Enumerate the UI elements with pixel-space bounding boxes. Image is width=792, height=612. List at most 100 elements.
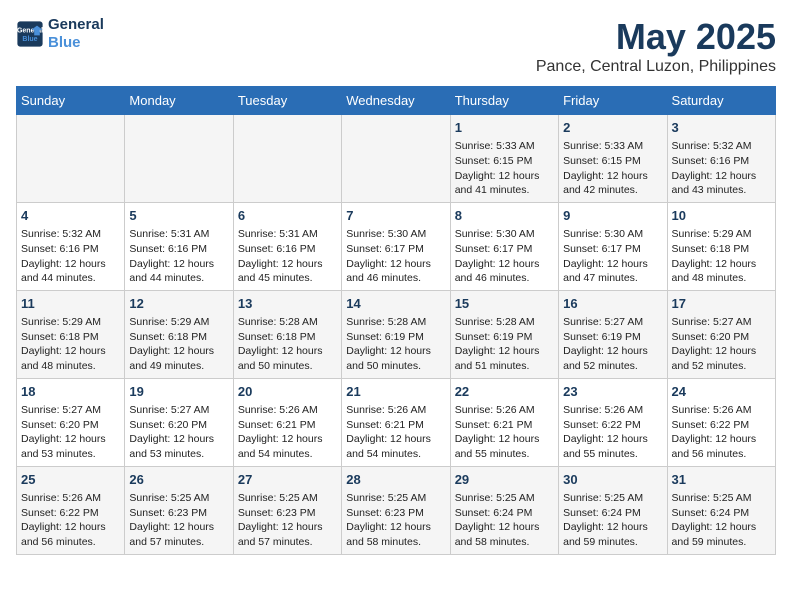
location-title: Pance, Central Luzon, Philippines (536, 58, 776, 76)
day-number: 9 (563, 207, 662, 225)
day-info: Sunrise: 5:25 AMSunset: 6:23 PMDaylight:… (129, 491, 228, 550)
day-number: 15 (455, 295, 554, 313)
calendar-cell: 11 Sunrise: 5:29 AMSunset: 6:18 PMDayligh… (17, 290, 125, 378)
logo: General Blue General Blue (16, 16, 104, 52)
day-number: 12 (129, 295, 228, 313)
calendar-week-1: 1 Sunrise: 5:33 AMSunset: 6:15 PMDaylight… (17, 115, 776, 203)
page-header: General Blue General Blue May 2025 Pance… (16, 16, 776, 76)
calendar-header-row: SundayMondayTuesdayWednesdayThursdayFrid… (17, 87, 776, 115)
calendar-cell: 29 Sunrise: 5:25 AMSunset: 6:24 PMDayligh… (450, 466, 558, 554)
calendar-week-2: 4 Sunrise: 5:32 AMSunset: 6:16 PMDaylight… (17, 202, 776, 290)
day-number: 8 (455, 207, 554, 225)
calendar-cell: 14Sunrise: 5:28 AMSunset: 6:19 PMDayligh… (342, 290, 450, 378)
calendar-cell: 19 Sunrise: 5:27 AMSunset: 6:20 PMDayligh… (125, 378, 233, 466)
calendar-cell: 21Sunrise: 5:26 AMSunset: 6:21 PMDayligh… (342, 378, 450, 466)
day-number: 22 (455, 383, 554, 401)
day-info: Sunrise: 5:33 AMSunset: 6:15 PMDaylight:… (563, 139, 662, 198)
calendar-cell: 30Sunrise: 5:25 AMSunset: 6:24 PMDayligh… (559, 466, 667, 554)
day-info: Sunrise: 5:33 AMSunset: 6:15 PMDaylight:… (455, 139, 554, 198)
calendar-cell: 24Sunrise: 5:26 AMSunset: 6:22 PMDayligh… (667, 378, 775, 466)
day-number: 7 (346, 207, 445, 225)
header-sunday: Sunday (17, 87, 125, 115)
calendar-cell: 8 Sunrise: 5:30 AMSunset: 6:17 PMDaylight… (450, 202, 558, 290)
day-number: 1 (455, 119, 554, 137)
day-info: Sunrise: 5:25 AMSunset: 6:24 PMDaylight:… (455, 491, 554, 550)
calendar-cell: 2 Sunrise: 5:33 AMSunset: 6:15 PMDaylight… (559, 115, 667, 203)
day-number: 18 (21, 383, 120, 401)
calendar-cell (342, 115, 450, 203)
calendar-cell (233, 115, 341, 203)
calendar-table: SundayMondayTuesdayWednesdayThursdayFrid… (16, 86, 776, 555)
header-friday: Friday (559, 87, 667, 115)
day-number: 13 (238, 295, 337, 313)
calendar-cell: 22 Sunrise: 5:26 AMSunset: 6:21 PMDayligh… (450, 378, 558, 466)
day-info: Sunrise: 5:30 AMSunset: 6:17 PMDaylight:… (563, 227, 662, 286)
calendar-cell: 1 Sunrise: 5:33 AMSunset: 6:15 PMDaylight… (450, 115, 558, 203)
day-info: Sunrise: 5:27 AMSunset: 6:20 PMDaylight:… (129, 403, 228, 462)
title-area: May 2025 Pance, Central Luzon, Philippin… (536, 16, 776, 76)
calendar-cell (17, 115, 125, 203)
day-number: 3 (672, 119, 771, 137)
day-number: 25 (21, 471, 120, 489)
day-number: 30 (563, 471, 662, 489)
day-info: Sunrise: 5:32 AMSunset: 6:16 PMDaylight:… (672, 139, 771, 198)
day-info: Sunrise: 5:32 AMSunset: 6:16 PMDaylight:… (21, 227, 120, 286)
day-info: Sunrise: 5:26 AMSunset: 6:21 PMDaylight:… (455, 403, 554, 462)
day-number: 14 (346, 295, 445, 313)
calendar-cell: 20Sunrise: 5:26 AMSunset: 6:21 PMDayligh… (233, 378, 341, 466)
calendar-cell: 26 Sunrise: 5:25 AMSunset: 6:23 PMDayligh… (125, 466, 233, 554)
day-number: 11 (21, 295, 120, 313)
calendar-cell: 28 Sunrise: 5:25 AMSunset: 6:23 PMDayligh… (342, 466, 450, 554)
day-info: Sunrise: 5:30 AMSunset: 6:17 PMDaylight:… (455, 227, 554, 286)
day-info: Sunrise: 5:26 AMSunset: 6:22 PMDaylight:… (563, 403, 662, 462)
day-number: 6 (238, 207, 337, 225)
day-number: 2 (563, 119, 662, 137)
calendar-week-5: 25 Sunrise: 5:26 AMSunset: 6:22 PMDayligh… (17, 466, 776, 554)
day-number: 29 (455, 471, 554, 489)
calendar-cell: 6 Sunrise: 5:31 AMSunset: 6:16 PMDaylight… (233, 202, 341, 290)
calendar-cell (125, 115, 233, 203)
day-info: Sunrise: 5:27 AMSunset: 6:20 PMDaylight:… (672, 315, 771, 374)
header-tuesday: Tuesday (233, 87, 341, 115)
calendar-cell: 23 Sunrise: 5:26 AMSunset: 6:22 PMDayligh… (559, 378, 667, 466)
day-info: Sunrise: 5:25 AMSunset: 6:24 PMDaylight:… (672, 491, 771, 550)
day-info: Sunrise: 5:26 AMSunset: 6:21 PMDaylight:… (346, 403, 445, 462)
day-info: Sunrise: 5:25 AMSunset: 6:23 PMDaylight:… (346, 491, 445, 550)
day-info: Sunrise: 5:29 AMSunset: 6:18 PMDaylight:… (672, 227, 771, 286)
day-number: 28 (346, 471, 445, 489)
day-number: 10 (672, 207, 771, 225)
logo-icon: General Blue (16, 20, 44, 48)
svg-text:Blue: Blue (22, 36, 37, 43)
day-number: 26 (129, 471, 228, 489)
day-info: Sunrise: 5:27 AMSunset: 6:19 PMDaylight:… (563, 315, 662, 374)
calendar-week-3: 11 Sunrise: 5:29 AMSunset: 6:18 PMDayligh… (17, 290, 776, 378)
day-info: Sunrise: 5:26 AMSunset: 6:22 PMDaylight:… (21, 491, 120, 550)
calendar-cell: 3 Sunrise: 5:32 AMSunset: 6:16 PMDaylight… (667, 115, 775, 203)
calendar-cell: 16Sunrise: 5:27 AMSunset: 6:19 PMDayligh… (559, 290, 667, 378)
day-number: 17 (672, 295, 771, 313)
day-info: Sunrise: 5:25 AMSunset: 6:23 PMDaylight:… (238, 491, 337, 550)
calendar-cell: 25 Sunrise: 5:26 AMSunset: 6:22 PMDayligh… (17, 466, 125, 554)
month-title: May 2025 (536, 16, 776, 58)
day-info: Sunrise: 5:31 AMSunset: 6:16 PMDaylight:… (129, 227, 228, 286)
day-info: Sunrise: 5:26 AMSunset: 6:22 PMDaylight:… (672, 403, 771, 462)
calendar-cell: 4 Sunrise: 5:32 AMSunset: 6:16 PMDaylight… (17, 202, 125, 290)
day-number: 27 (238, 471, 337, 489)
calendar-cell: 9 Sunrise: 5:30 AMSunset: 6:17 PMDaylight… (559, 202, 667, 290)
day-number: 23 (563, 383, 662, 401)
calendar-cell: 18Sunrise: 5:27 AMSunset: 6:20 PMDayligh… (17, 378, 125, 466)
header-monday: Monday (125, 87, 233, 115)
day-number: 4 (21, 207, 120, 225)
day-number: 19 (129, 383, 228, 401)
day-info: Sunrise: 5:29 AMSunset: 6:18 PMDaylight:… (21, 315, 120, 374)
logo-text-blue: Blue (48, 34, 104, 52)
calendar-cell: 17 Sunrise: 5:27 AMSunset: 6:20 PMDayligh… (667, 290, 775, 378)
calendar-cell: 15 Sunrise: 5:28 AMSunset: 6:19 PMDayligh… (450, 290, 558, 378)
day-info: Sunrise: 5:29 AMSunset: 6:18 PMDaylight:… (129, 315, 228, 374)
day-info: Sunrise: 5:30 AMSunset: 6:17 PMDaylight:… (346, 227, 445, 286)
logo-text-general: General (48, 16, 104, 34)
day-info: Sunrise: 5:28 AMSunset: 6:19 PMDaylight:… (455, 315, 554, 374)
day-info: Sunrise: 5:26 AMSunset: 6:21 PMDaylight:… (238, 403, 337, 462)
day-info: Sunrise: 5:31 AMSunset: 6:16 PMDaylight:… (238, 227, 337, 286)
calendar-cell: 27 Sunrise: 5:25 AMSunset: 6:23 PMDayligh… (233, 466, 341, 554)
